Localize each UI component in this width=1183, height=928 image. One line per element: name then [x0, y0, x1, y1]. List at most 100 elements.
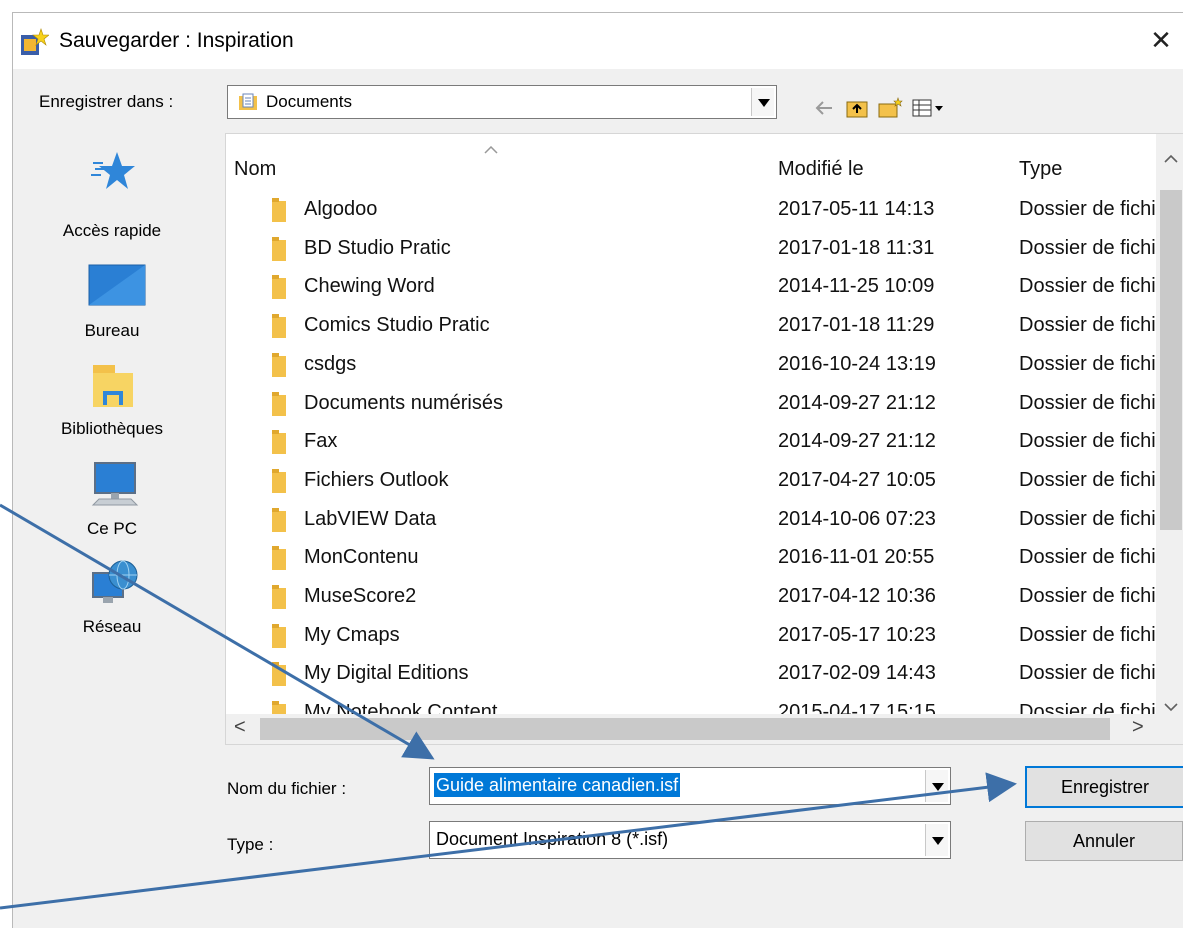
place-label: Réseau	[82, 617, 142, 636]
scroll-up-icon[interactable]	[1164, 154, 1178, 164]
folder-icon	[272, 236, 286, 261]
folder-icon	[272, 507, 286, 532]
place-this-pc[interactable]: Ce PC	[13, 451, 211, 541]
close-button[interactable]: ✕	[1138, 17, 1183, 63]
horizontal-scrollbar[interactable]: < >	[226, 714, 1156, 744]
documents-folder-icon	[239, 93, 257, 110]
file-modified: 2017-04-12 10:36	[778, 585, 936, 607]
file-type: Dossier de fichiers	[1019, 623, 1155, 646]
table-row[interactable]: BD Studio Pratic 2017-01-18 11:31 Dossier …	[226, 231, 1156, 269]
place-network[interactable]: Réseau	[13, 551, 211, 641]
filename-input[interactable]: Guide alimentaire canadien.isf	[429, 767, 951, 805]
filetype-value: Document Inspiration 8 (*.isf)	[436, 829, 669, 849]
new-folder-icon[interactable]	[877, 97, 903, 119]
location-value: Documents	[266, 92, 352, 111]
save-in-label: Enregistrer dans :	[39, 92, 174, 111]
scroll-right-icon[interactable]: >	[1132, 716, 1144, 739]
file-name[interactable]: Chewing Word	[304, 275, 435, 298]
column-header-type[interactable]: Type	[1019, 158, 1062, 181]
file-name[interactable]: LabVIEW Data	[304, 508, 436, 531]
folder-icon	[272, 623, 286, 648]
file-name[interactable]: Documents numérisés	[304, 392, 503, 415]
place-quick-access[interactable]: Accès rapide	[13, 143, 211, 243]
file-name[interactable]: MonContenu	[304, 546, 419, 569]
file-type: Dossier de fichiers	[1019, 430, 1155, 453]
scroll-down-icon[interactable]	[1164, 702, 1178, 712]
save-dialog: Sauvegarder : Inspiration ✕ Enregistrer …	[12, 12, 1183, 928]
save-button[interactable]: Enregistrer	[1025, 766, 1183, 808]
folder-icon	[272, 352, 286, 377]
place-desktop[interactable]: Bureau	[13, 251, 211, 341]
file-type: Dossier de fichiers	[1019, 585, 1155, 607]
filetype-dropdown-arrow[interactable]	[925, 824, 948, 856]
window-title: Sauvegarder : Inspiration	[59, 29, 294, 52]
filename-label: Nom du fichier :	[227, 779, 347, 798]
table-row[interactable]: My Digital Editions 2017-02-09 14:43 Dossi…	[226, 656, 1156, 694]
up-folder-icon[interactable]	[845, 97, 869, 119]
file-name[interactable]: My Cmaps	[304, 624, 400, 647]
table-row[interactable]: MonContenu 2016-11-01 20:55 Dossier de fic…	[226, 540, 1156, 578]
table-row[interactable]: My Cmaps 2017-05-17 10:23 Dossier de fichi…	[226, 618, 1156, 656]
location-dropdown-arrow[interactable]	[751, 88, 774, 116]
table-row[interactable]: csdgs 2016-10-24 13:19 Dossier de fichiers	[226, 347, 1156, 385]
horizontal-scroll-thumb[interactable]	[260, 718, 1110, 740]
table-row[interactable]: Documents numérisés 2014-09-27 21:12 Dossi…	[226, 386, 1156, 424]
file-name[interactable]: Comics Studio Pratic	[304, 314, 490, 337]
place-label: Ce PC	[86, 519, 138, 538]
file-modified: 2017-01-18 11:31	[778, 236, 935, 259]
cancel-button[interactable]: Annuler	[1025, 821, 1183, 861]
sort-ascending-icon	[484, 146, 498, 154]
table-row[interactable]: Fax 2014-09-27 21:12 Dossier de fichiers	[226, 424, 1156, 462]
table-row[interactable]: LabVIEW Data 2014-10-06 07:23 Dossier de f…	[226, 502, 1156, 540]
vertical-scrollbar[interactable]	[1156, 134, 1183, 744]
file-type: Dossier de fichiers	[1019, 314, 1155, 337]
column-header-name[interactable]: Nom	[234, 158, 276, 181]
file-name[interactable]: Fax	[304, 430, 337, 453]
star-icon	[91, 152, 135, 189]
scroll-left-icon[interactable]: <	[234, 716, 246, 739]
file-type: Dossier de fichiers	[1019, 391, 1155, 414]
table-row[interactable]: Fichiers Outlook 2017-04-27 10:05 Dossier …	[226, 463, 1156, 501]
folder-icon	[272, 662, 286, 687]
file-modified: 2014-11-25 10:09	[778, 275, 935, 298]
file-type: Dossier de fichiers	[1019, 662, 1155, 685]
file-list[interactable]: Nom Modifié le Type Algodoo 2017-05-11 14…	[225, 133, 1183, 745]
table-row[interactable]: Algodoo 2017-05-11 14:13 Dossier de fichie…	[226, 192, 1156, 230]
view-menu-icon[interactable]	[911, 97, 945, 119]
location-dropdown[interactable]: Documents	[227, 85, 777, 119]
file-modified: 2014-09-27 21:12	[778, 430, 936, 453]
filename-value[interactable]: Guide alimentaire canadien.isf	[434, 773, 681, 797]
table-row[interactable]: Comics Studio Pratic 2017-01-18 11:29 Doss…	[226, 308, 1156, 346]
folder-icon	[272, 314, 286, 339]
back-arrow-icon[interactable]	[813, 97, 835, 119]
folder-icon	[272, 546, 286, 571]
place-label: Accès rapide	[62, 221, 162, 240]
folder-icon	[272, 275, 286, 300]
file-name[interactable]: Algodoo	[304, 198, 377, 221]
file-name[interactable]: BD Studio Pratic	[304, 237, 451, 260]
place-libraries[interactable]: Bibliothèques	[13, 349, 211, 439]
file-type: Dossier de fichiers	[1019, 507, 1155, 530]
table-row[interactable]: MuseScore2 2017-04-12 10:36 Dossier de fic…	[226, 579, 1156, 617]
file-modified: 2017-05-11 14:13	[778, 198, 935, 220]
table-row[interactable]: Chewing Word 2014-11-25 10:09 Dossier de f…	[226, 269, 1156, 307]
place-label: Bibliothèques	[60, 419, 164, 438]
folder-icon	[272, 585, 286, 609]
network-icon	[92, 560, 138, 603]
file-name[interactable]: MuseScore2	[304, 585, 416, 608]
filetype-label: Type :	[227, 835, 274, 854]
place-label: Bureau	[84, 321, 140, 340]
file-name[interactable]: csdgs	[304, 353, 356, 376]
file-name[interactable]: My Digital Editions	[304, 662, 469, 685]
column-header-modified[interactable]: Modifié le	[778, 158, 864, 181]
file-name[interactable]: Fichiers Outlook	[304, 469, 449, 492]
folder-icon	[272, 468, 286, 493]
vertical-scroll-thumb[interactable]	[1160, 190, 1182, 530]
filename-dropdown-arrow[interactable]	[925, 770, 948, 802]
filetype-dropdown[interactable]: Document Inspiration 8 (*.isf)	[429, 821, 951, 859]
file-modified: 2016-11-01 20:55	[778, 546, 935, 569]
file-modified: 2017-01-18 11:29	[778, 314, 935, 337]
file-modified: 2017-02-09 14:43	[778, 662, 936, 685]
inspiration-app-icon	[21, 28, 49, 55]
libraries-icon	[93, 365, 133, 407]
